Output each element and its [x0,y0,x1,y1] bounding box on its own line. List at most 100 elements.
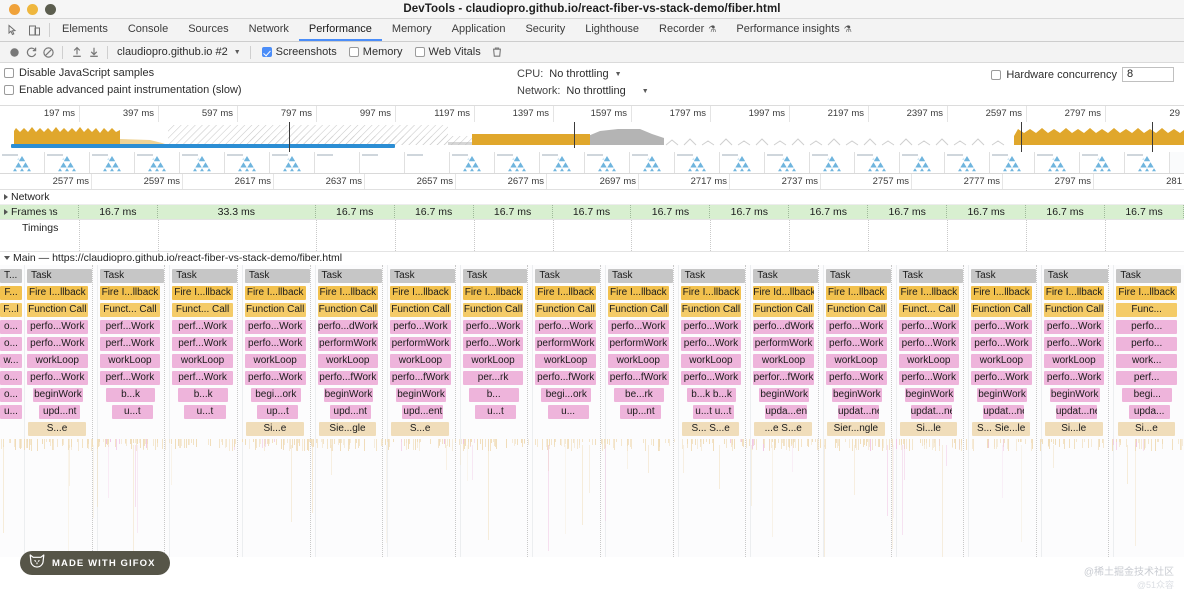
flame-bar[interactable]: Funct... Call [172,303,233,317]
flame-bar[interactable]: perfo...Work [463,320,524,334]
flame-bar[interactable]: S... S...e [682,422,740,436]
frame-duration-cell[interactable]: 16.7 ms [1026,205,1105,220]
filmstrip-frame[interactable] [405,152,450,174]
filmstrip-frame[interactable] [450,152,495,174]
flame-bar-task[interactable]: Task [27,269,92,283]
flame-bar[interactable]: Fire I...llback [826,286,887,300]
flame-bar[interactable]: perfo...Work [463,337,524,351]
frame-duration-cell[interactable]: 16.7 ms [553,205,632,220]
filmstrip-frame[interactable] [495,152,540,174]
flame-bar[interactable]: Func... [1116,303,1177,317]
screenshot-filmstrip[interactable] [0,152,1184,174]
flame-bar[interactable]: perfo...Work [245,320,306,334]
flame-bar[interactable]: o... [0,371,22,385]
web-vitals-checkbox[interactable]: Web Vitals [409,46,487,58]
flame-bar[interactable]: per...rk [463,371,524,385]
track-network-header[interactable]: Network [4,190,50,204]
flame-bar[interactable]: updat...nent [1056,405,1097,419]
maximize-window-button[interactable] [45,4,56,15]
flame-bar[interactable]: Function Call [27,303,88,317]
main-thread-header[interactable]: Main — https://claudiopro.github.io/reac… [4,252,342,264]
flame-bar[interactable]: up...t [257,405,298,419]
flame-bar[interactable]: Function Call [753,303,814,317]
track-frames[interactable]: Frames 16.7 ms16.7 ms33.3 ms16.7 ms16.7 … [0,205,1184,220]
flame-bar[interactable]: w... [0,354,22,368]
flame-bar[interactable]: Fire I...llback [899,286,960,300]
flame-bar[interactable]: beginWork [324,388,374,402]
flame-bar[interactable]: Fire I...llback [318,286,379,300]
tab-elements[interactable]: Elements [52,19,118,41]
flame-bar-task[interactable]: Task [826,269,891,283]
advanced-paint-checkbox[interactable]: Enable advanced paint instrumentation (s… [4,84,242,96]
flame-bar[interactable]: upd...ent [402,405,443,419]
filmstrip-frame[interactable] [990,152,1035,174]
filmstrip-frame[interactable] [675,152,720,174]
flame-bar-task[interactable]: Task [172,269,237,283]
tab-lighthouse[interactable]: Lighthouse [575,19,649,41]
checkbox-box[interactable] [991,70,1001,80]
record-circle-icon[interactable] [6,44,23,61]
flame-bar[interactable]: perf...Work [172,337,233,351]
main-thread-flame-chart[interactable]: T...F...F...lo...o...w...o...o...u...Tas… [0,265,1184,557]
flame-bar[interactable]: perfo...Work [27,320,88,334]
tab-security[interactable]: Security [515,19,575,41]
tab-console[interactable]: Console [118,19,178,41]
flame-bar[interactable]: workLoop [971,354,1032,368]
flame-bar[interactable]: perfo...Work [245,337,306,351]
flame-bar[interactable]: workLoop [681,354,742,368]
filmstrip-frame[interactable] [810,152,855,174]
flame-bar[interactable]: performWork [753,337,814,351]
flame-bar[interactable]: performWork [318,337,379,351]
tab-performance-insights[interactable]: Performance insights ⚗ [726,19,861,41]
flame-bar[interactable]: Fire I...llback [1116,286,1177,300]
flame-bar[interactable]: Function Call [971,303,1032,317]
flame-bar[interactable]: F...l [0,303,22,317]
tab-recorder[interactable]: Recorder ⚗ [649,19,726,41]
flame-bar[interactable]: begi...ork [251,388,301,402]
flame-bar[interactable]: performWork [608,337,669,351]
flame-bar[interactable]: perfo...Work [1044,337,1105,351]
filmstrip-frame[interactable] [360,152,405,174]
window-controls[interactable] [0,4,56,15]
flame-bar-task[interactable]: Task [608,269,673,283]
flame-bar[interactable]: perfo...fWork [390,371,451,385]
hardware-concurrency-setting[interactable]: Hardware concurrency 8 [991,67,1174,82]
flame-bar[interactable]: Fire I...llback [463,286,524,300]
flame-bar[interactable]: workLoop [608,354,669,368]
flame-bar[interactable]: beginWork [977,388,1027,402]
flame-bar[interactable]: u...t [184,405,225,419]
memory-checkbox[interactable]: Memory [343,46,409,58]
flame-bar[interactable]: beginWork [759,388,809,402]
filmstrip-frame[interactable] [855,152,900,174]
flame-bar[interactable]: Function Call [608,303,669,317]
flame-bar[interactable]: perfor...fWork [753,371,814,385]
filmstrip-frame[interactable] [1035,152,1080,174]
flame-bar[interactable]: Fire I...llback [681,286,742,300]
reload-record-icon[interactable] [23,44,40,61]
tab-memory[interactable]: Memory [382,19,442,41]
flame-bar[interactable]: workLoop [390,354,451,368]
flame-bar[interactable]: b... [469,388,519,402]
flame-bar[interactable]: o... [0,320,22,334]
flame-bar[interactable]: be...rk [614,388,664,402]
flame-bar[interactable]: upd...nt [330,405,371,419]
filmstrip-frame[interactable] [90,152,135,174]
flame-bar[interactable]: S...e [391,422,449,436]
cpu-throttling-select[interactable]: CPU: No throttling ▼ [517,68,622,80]
flame-bar[interactable]: o... [0,388,22,402]
flame-bar[interactable]: u... [0,405,22,419]
flame-bar[interactable]: perfo...Work [826,320,887,334]
flame-bar-task[interactable]: Task [100,269,165,283]
flame-bar[interactable]: Function Call [390,303,451,317]
disable-js-samples-checkbox[interactable]: Disable JavaScript samples [4,67,154,79]
filmstrip-frame[interactable] [765,152,810,174]
flame-bar[interactable]: perfo...dWork [753,320,814,334]
flame-bar[interactable]: ...e S...e [754,422,812,436]
flame-bar[interactable]: workLoop [172,354,233,368]
flame-bar[interactable]: perfo...Work [535,320,596,334]
flame-bar[interactable]: Fire I...llback [971,286,1032,300]
flame-bar[interactable]: Si...le [1045,422,1103,436]
flame-bar-task[interactable]: Task [245,269,310,283]
flame-bar[interactable]: Function Call [681,303,742,317]
flame-bar[interactable]: perfo...dWork [318,320,379,334]
